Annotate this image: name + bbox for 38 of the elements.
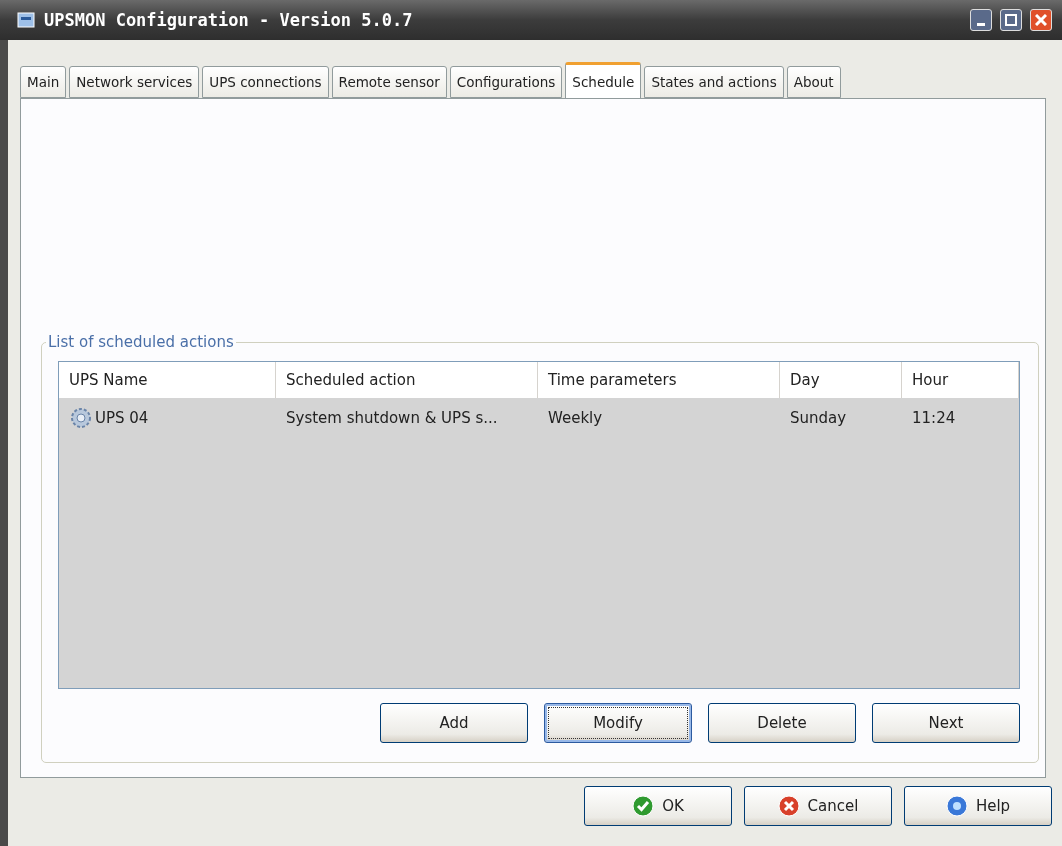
action-button[interactable]: Delete [708,703,856,743]
gear-icon [69,406,93,430]
tab[interactable]: Configurations [449,66,563,98]
column-header[interactable]: Scheduled action [276,362,538,398]
dialog-button[interactable]: OK [584,786,732,826]
tab[interactable]: States and actions [644,66,784,98]
help-icon [945,795,968,817]
window-title: UPSMON Configuration - Version 5.0.7 [44,10,414,30]
close-icon [777,795,800,817]
column-header[interactable]: Day [780,362,902,398]
tab[interactable]: Schedule [565,62,642,98]
group-title: List of scheduled actions [47,333,235,351]
minimize-icon [977,22,985,26]
action-button[interactable]: Next [872,703,1020,743]
close-icon [1035,14,1047,26]
dialog-button[interactable]: Help [904,786,1052,826]
action-button[interactable]: Modify [544,703,692,743]
tab[interactable]: Main [20,66,67,98]
maximize-icon [1005,14,1017,26]
tab[interactable]: Network services [69,66,200,98]
column-header[interactable]: UPS Name [59,362,276,398]
dialog-button[interactable]: Cancel [744,786,892,826]
table-cell-text: Sunday [789,408,848,429]
close-button[interactable] [1030,9,1052,31]
check-icon [632,795,655,817]
ups-name: UPS 04 [95,409,149,427]
tab[interactable]: Remote sensor [331,66,447,98]
column-header[interactable]: Time parameters [538,362,780,398]
table-cell-text: System shutdown & UPS s... [285,408,499,429]
column-header[interactable]: Hour [902,362,1019,398]
tab[interactable]: UPS connections [202,66,329,98]
minimize-button[interactable] [970,9,992,31]
table-cell-text: Weekly [547,408,604,429]
table-cell-text: 11:24 [911,408,957,429]
tab[interactable]: About [786,66,841,98]
action-button[interactable]: Add [380,703,528,743]
app-icon [16,10,36,30]
maximize-button[interactable] [1000,9,1022,31]
